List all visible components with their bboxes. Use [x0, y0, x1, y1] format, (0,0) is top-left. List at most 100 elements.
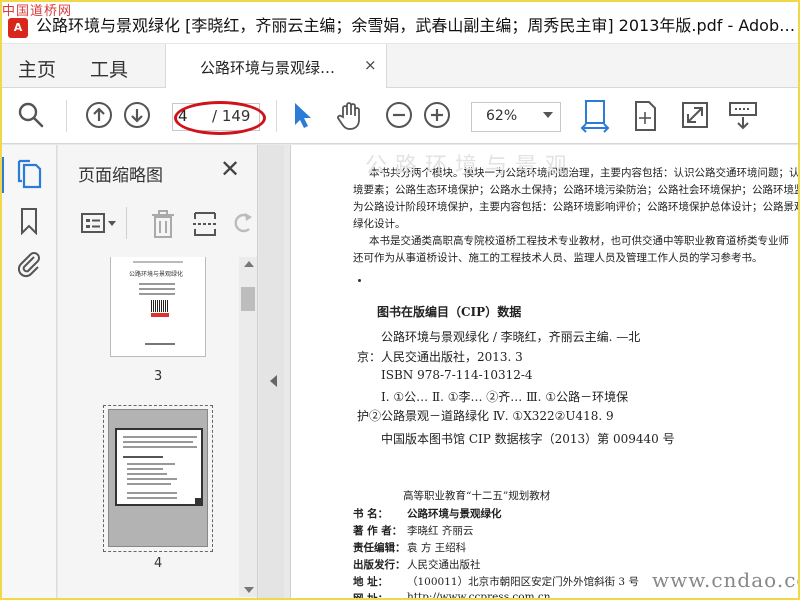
thumbnail-line: [123, 441, 193, 443]
thumbnail-options-icon[interactable]: [80, 211, 118, 241]
document-tab-label: 公路环境与景观绿…: [200, 59, 336, 77]
thumbnails-title: 页面缩略图: [78, 166, 163, 186]
fit-width-icon[interactable]: [580, 100, 610, 134]
thumbnail-line: [123, 456, 163, 458]
colophon-value: 李晓红 齐丽云: [407, 525, 474, 537]
colophon-value: 人民交通出版社: [407, 559, 481, 571]
zoom-in-icon[interactable]: [422, 100, 452, 130]
close-panel-icon[interactable]: ✕: [220, 155, 240, 183]
colophon-label: 地 址：: [353, 576, 389, 588]
delete-page-icon[interactable]: [150, 209, 176, 243]
chevron-down-icon[interactable]: [543, 112, 553, 118]
page-up-icon[interactable]: [84, 100, 114, 130]
cip-heading: 图书在版编目（CIP）数据: [377, 305, 522, 319]
highlight-ellipse: [174, 101, 266, 135]
para1-line: 绿化设计。: [353, 218, 406, 230]
toolbar-divider: [126, 207, 127, 239]
thumbnail-line: [127, 473, 167, 475]
acrobat-icon: A: [8, 18, 28, 38]
select-cursor-icon[interactable]: [289, 100, 315, 130]
read-mode-icon[interactable]: [727, 100, 759, 132]
cip-line: 护②公路景观－道路绿化 Ⅳ. ①X322②U418. 9: [357, 409, 614, 423]
cip-line: 公路环境与景观绿化 / 李晓红，齐丽云主编. —北: [381, 330, 641, 344]
cip-line: 中国版本图书馆 CIP 数据核字（2013）第 009440 号: [381, 432, 675, 446]
document-page: 本书共分两个模块。模块一为公路环境问题治理，主要内容包括：认识公路交通环境问题；…: [290, 145, 800, 600]
colophon-value: 袁 方 王绍科: [407, 542, 467, 554]
colophon-value: 公路环境与景观绿化: [407, 508, 502, 520]
para1-line: 境要素；公路生态环境保护；公路水土保持；公路环境污染防治；公路社会环境保护；公路…: [353, 184, 800, 196]
thumbnail-number-4: 4: [154, 556, 163, 571]
thumbnail-line: [127, 483, 171, 485]
cip-line: Ⅰ. ①公… Ⅱ. ①李… ②齐… Ⅲ. ①公路－环境保: [381, 390, 629, 404]
thumbnail-page-3[interactable]: 公路环境与景观绿化: [110, 257, 206, 357]
viewport-handle[interactable]: [195, 498, 201, 504]
para1-line: 为公路设计阶段环境保护，主要内容包括：公路环境影响评价；公路环境保护总体设计；公…: [353, 201, 800, 213]
thumbnail-line: [133, 261, 183, 263]
colophon-label: 著 作 者：: [353, 525, 403, 537]
barcode-icon: [151, 300, 169, 312]
page-thumbnails-icon[interactable]: [16, 159, 42, 193]
thumbnails-scrollbar[interactable]: [239, 257, 257, 597]
search-icon[interactable]: [16, 100, 46, 130]
bullet-dot: [358, 279, 361, 282]
colophon-label: 网 址：: [353, 593, 389, 600]
colophon-label: 出版发行：: [353, 559, 406, 571]
scroll-up-arrow[interactable]: [244, 261, 254, 267]
close-tab-icon[interactable]: ×: [364, 56, 377, 74]
fit-page-icon[interactable]: [631, 100, 659, 132]
thumbnail-line: [127, 497, 177, 499]
page-down-icon[interactable]: [122, 100, 152, 130]
extract-pages-icon[interactable]: [192, 209, 218, 243]
toolbar: 4 / 149 62%: [0, 88, 800, 144]
cip-line: ISBN 978-7-114-10312-4: [381, 368, 533, 382]
toolbar-divider: [66, 100, 67, 132]
thumbnail-line: [139, 288, 175, 290]
para2-line: 还可作为从事道桥设计、施工的工程技术人员、监理人员及管理工作人员的学习参考书。: [353, 252, 763, 264]
fullscreen-icon[interactable]: [680, 100, 710, 130]
thumbnail-line: [123, 436, 197, 438]
hand-icon[interactable]: [334, 100, 366, 132]
document-tab[interactable]: 公路环境与景观绿… ×: [165, 44, 387, 88]
cip-line: 京：人民交通出版社，2013. 3: [357, 350, 523, 364]
thumbnail-number-3: 3: [154, 369, 163, 384]
thumbnails-panel: 页面缩略图 ✕ 公路环境与景观绿化 3 4: [58, 145, 258, 600]
site-watermark: www.cndao.com: [652, 568, 800, 592]
colophon-value: http://www.ccpress.com.cn: [407, 591, 551, 600]
scrollbar-thumb[interactable]: [241, 287, 255, 311]
left-navigation-rail: [0, 145, 57, 600]
thumbnail-line: [139, 283, 175, 285]
series-title: 高等职业教育“十二五”规划教材: [403, 490, 551, 502]
para2-line: 本书是交通类高职高专院校道桥工程技术专业教材，也可供交通中等职业教育道桥类专业师: [369, 235, 789, 247]
active-indicator: [0, 157, 4, 193]
window-title: 公路环境与景观绿化 [李晓红，齐丽云主编；余雪娟，武春山副主编；周秀民主审] 2…: [36, 16, 796, 35]
collapse-panel-icon[interactable]: [270, 375, 277, 387]
thumbnail-line: [127, 463, 175, 465]
toolbar-divider: [276, 100, 277, 132]
thumbnail-line: [145, 343, 175, 345]
scroll-down-arrow[interactable]: [244, 587, 254, 593]
thumbnail-caption: 公路环境与景观绿化: [129, 271, 184, 278]
thumbnail-line: [139, 293, 175, 295]
thumbnail-line: [127, 468, 163, 470]
thumbnail-stamp: [151, 313, 169, 317]
colophon-label: 书 名：: [353, 508, 389, 520]
thumbnail-line: [123, 446, 197, 448]
thumbnail-page-4[interactable]: [108, 409, 208, 547]
page-watermark: 公路环境与景观: [365, 154, 576, 179]
menu-home[interactable]: 主页: [18, 55, 56, 82]
menu-tools[interactable]: 工具: [90, 55, 128, 82]
zoom-out-icon[interactable]: [384, 100, 414, 130]
panel-splitter[interactable]: [259, 145, 284, 600]
title-bar: 中国道桥网 A 公路环境与景观绿化 [李晓红，齐丽云主编；余雪娟，武春山副主编；…: [0, 0, 800, 44]
colophon-label: 责任编辑：: [353, 542, 406, 554]
thumbnail-line: [127, 492, 177, 494]
rotate-icon[interactable]: [232, 211, 254, 241]
colophon-value: （100011）北京市朝阳区安定门外外馆斜街 3 号: [407, 576, 639, 588]
tab-bar: 主页 工具: [0, 44, 800, 88]
bookmarks-icon[interactable]: [19, 207, 39, 239]
attachments-icon[interactable]: [16, 249, 42, 283]
thumbnail-line: [127, 478, 177, 480]
thumbnail-viewport: [115, 428, 203, 506]
zoom-value: 62%: [486, 108, 518, 124]
thumbnails-toolbar: [78, 207, 256, 243]
